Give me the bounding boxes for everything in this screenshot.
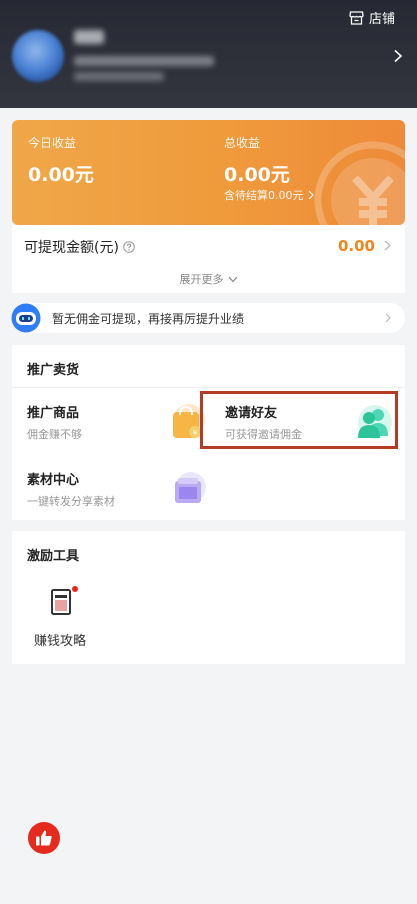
help-icon[interactable] [123, 241, 135, 253]
blurred-username [74, 30, 104, 44]
material-center-item[interactable]: 素材中心 一键转发分享素材 [27, 469, 207, 523]
withdrawable-value[interactable]: 0.00 [338, 237, 375, 255]
expand-more-label: 展开更多 [179, 273, 224, 286]
store-icon [349, 10, 364, 25]
like-button[interactable] [28, 822, 60, 854]
avatar[interactable] [12, 30, 64, 82]
blurred-user-id [74, 72, 164, 81]
section-title: 激励工具 [27, 549, 80, 564]
pending-settlement[interactable]: 含待结算0.00元 [224, 187, 314, 203]
chevron-right-icon [385, 313, 391, 323]
section-title: 推广卖货 [27, 363, 80, 378]
blurred-user-info [74, 56, 214, 66]
withdrawable-panel: 可提现金额(元) 0.00 展开更多 [12, 225, 405, 293]
thumbs-up-icon [36, 830, 52, 846]
chevron-down-icon [228, 276, 237, 282]
profile-header: 店铺 [0, 0, 417, 108]
notice-text: 暂无佣金可提现，再接再厉提升业绩 [52, 312, 245, 326]
material-folder-icon [175, 472, 206, 503]
item-subtitle: 佣金赚不够 [27, 428, 82, 441]
today-earnings-value: 0.00元 [28, 164, 94, 186]
store-label: 店铺 [368, 12, 395, 27]
robot-assistant-icon [11, 303, 41, 333]
incentive-tools-section: 激励工具 赚钱攻略 [12, 531, 405, 664]
yuan-coin-icon [314, 141, 405, 225]
total-earnings-label: 总收益 [224, 136, 261, 150]
guide-book-icon [51, 589, 71, 615]
notice-bar[interactable]: 暂无佣金可提现，再接再厉提升业绩 [11, 303, 405, 333]
item-title: 素材中心 [27, 473, 80, 488]
today-earnings-label: 今日收益 [28, 136, 77, 150]
chevron-right-icon [308, 190, 314, 200]
expand-more-button[interactable]: 展开更多 [12, 271, 405, 287]
store-button[interactable]: 店铺 [349, 8, 395, 27]
item-title: 推广商品 [27, 406, 80, 421]
withdrawable-label: 可提现金额(元) [24, 240, 119, 256]
withdrawable-row[interactable]: 可提现金额(元) [24, 237, 135, 257]
divider [12, 387, 405, 388]
pending-settlement-text: 含待结算0.00元 [224, 189, 304, 202]
total-earnings-value: 0.00元 [224, 164, 290, 186]
highlight-annotation [200, 391, 398, 449]
promote-goods-item[interactable]: 推广商品 佣金赚不够 ¥ [27, 402, 207, 456]
item-subtitle: 一键转发分享素材 [27, 495, 115, 508]
earnings-card[interactable]: 今日收益 0.00元 总收益 0.00元 含待结算0.00元 [12, 120, 405, 225]
chevron-right-icon[interactable] [384, 240, 391, 251]
notification-dot [72, 586, 78, 592]
chevron-right-icon[interactable] [393, 49, 403, 63]
svg-text:¥: ¥ [193, 429, 198, 437]
tool-label: 赚钱攻略 [34, 634, 87, 649]
